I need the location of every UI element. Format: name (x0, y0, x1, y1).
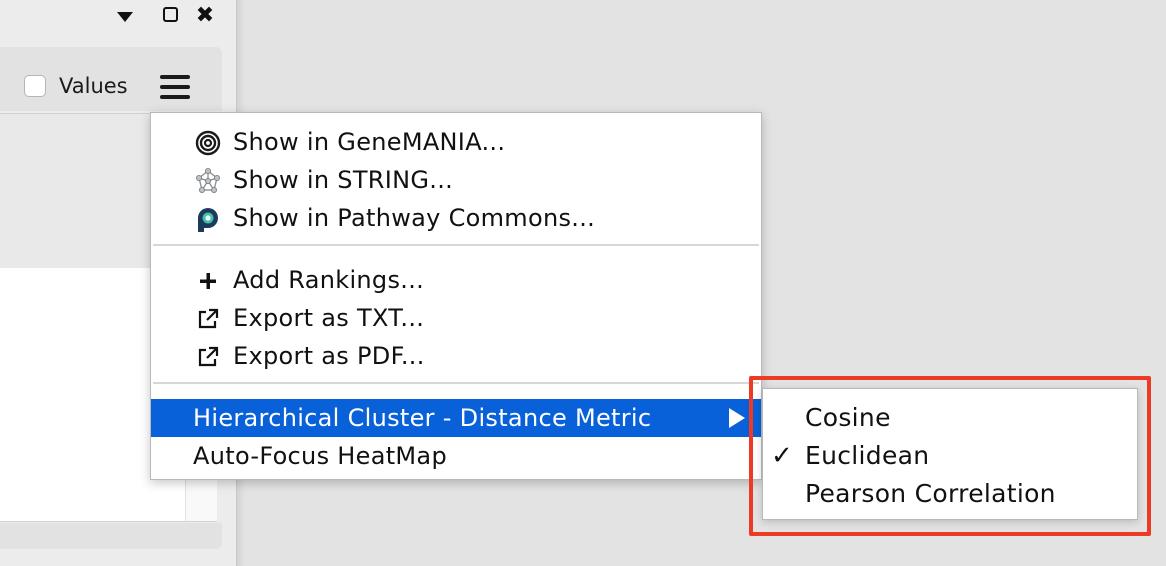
export-icon (198, 308, 219, 329)
hamburger-icon[interactable] (158, 74, 192, 100)
chevron-down-icon[interactable] (116, 4, 134, 28)
menu-item-export-txt[interactable]: Export as TXT... (151, 299, 761, 337)
plus-icon (200, 273, 216, 289)
pathway-commons-icon (198, 208, 218, 232)
menu-item-label: Export as TXT... (233, 304, 425, 332)
menu-item-label: Hierarchical Cluster - Distance Metric (193, 404, 652, 432)
menu-item-label: Show in STRING... (233, 166, 454, 194)
content-footer (0, 523, 222, 549)
menu-item-label: Add Rankings... (233, 266, 425, 294)
maximize-icon[interactable] (163, 7, 178, 22)
close-icon[interactable]: ✖ (195, 4, 215, 28)
menu-item-label: Show in Pathway Commons... (233, 204, 596, 232)
menu-item-show-in-string[interactable]: Show in STRING... (151, 161, 761, 199)
values-label: Values (59, 74, 128, 98)
menu-item-hierarchical-cluster-distance-metric[interactable]: Hierarchical Cluster - Distance Metric (151, 399, 761, 437)
string-icon (196, 168, 220, 193)
menu-item-label: Auto-Focus HeatMap (193, 442, 447, 470)
menu-item-show-in-pathway-commons[interactable]: Show in Pathway Commons... (151, 199, 761, 237)
menu-item-label: Export as PDF... (233, 342, 425, 370)
menu-item-show-in-genemania[interactable]: Show in GeneMANIA... (151, 123, 761, 161)
submenu-arrow-icon (729, 408, 745, 428)
annotation-highlight-box (749, 376, 1151, 536)
menu-item-export-pdf[interactable]: Export as PDF... (151, 337, 761, 375)
options-menu: Show in GeneMANIA... Show in STRING... S… (150, 112, 762, 480)
export-icon (198, 346, 219, 367)
menu-item-label: Show in GeneMANIA... (233, 128, 506, 156)
menu-item-auto-focus-heatmap[interactable]: Auto-Focus HeatMap (151, 437, 761, 475)
menu-separator (153, 244, 759, 246)
genemania-icon (195, 130, 221, 156)
menu-item-add-rankings[interactable]: Add Rankings... (151, 261, 761, 299)
values-checkbox[interactable] (24, 75, 46, 97)
menu-separator (153, 382, 759, 384)
